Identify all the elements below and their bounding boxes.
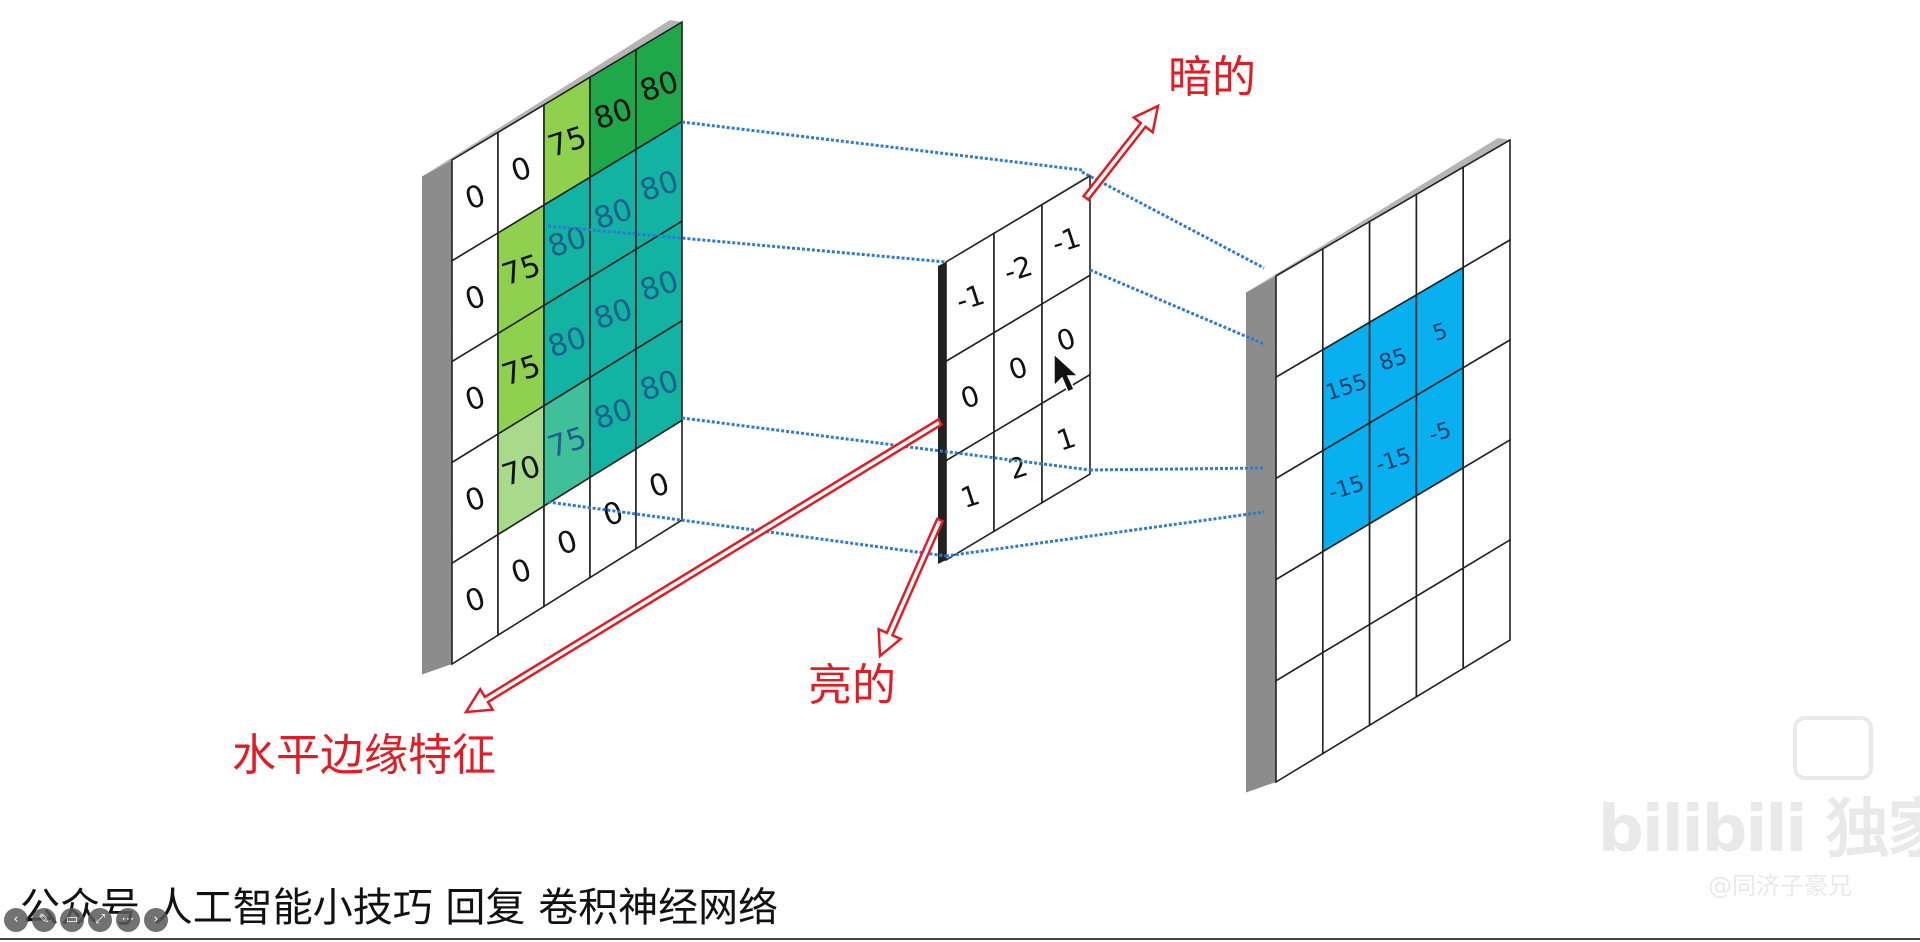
prev-icon[interactable]: ‹ — [4, 908, 28, 932]
horizontal-edge-label: 水平边缘特征 — [232, 730, 496, 781]
bright-arrow-shape — [877, 517, 945, 659]
dark-label: 暗的 — [1168, 52, 1256, 103]
tv-logo-icon — [1793, 716, 1873, 780]
connector-line — [1089, 466, 1265, 472]
cc-icon[interactable]: ▭ — [60, 908, 84, 932]
dark-arrow-shape — [1081, 103, 1160, 202]
input-matrix-frame-side — [422, 160, 452, 675]
player-controls: ‹ ✎ ▭ ⤢ ⋯ › — [4, 908, 168, 934]
bilibili-watermark: bilibili 独家 @同济子豪兄 — [1598, 716, 1920, 900]
dark-arrow — [1081, 103, 1160, 202]
output-map-frame-side — [1246, 276, 1276, 793]
next-icon[interactable]: › — [144, 908, 168, 932]
pen-icon[interactable]: ✎ — [32, 908, 56, 932]
watermark-text: bilibili 独家 — [1598, 793, 1920, 867]
connector-line — [1089, 268, 1265, 346]
connector-line — [681, 120, 1083, 172]
bright-label: 亮的 — [808, 660, 896, 711]
expand-icon[interactable]: ⤢ — [88, 908, 112, 932]
more-icon[interactable]: ⋯ — [116, 908, 140, 932]
player-progress-line[interactable] — [0, 938, 1920, 940]
bright-arrow — [877, 517, 945, 659]
watermark-subtext: @同济子豪兄 — [1708, 872, 1852, 900]
connector-line — [1081, 170, 1265, 270]
